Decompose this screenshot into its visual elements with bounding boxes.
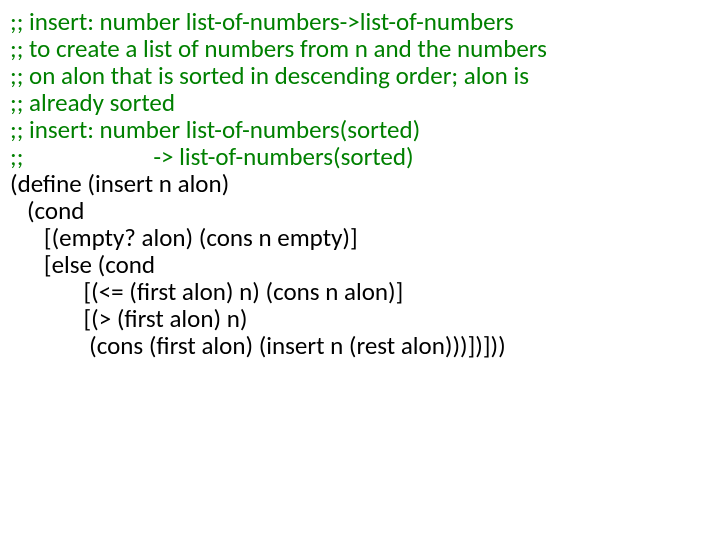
code-line-1: (define (insert n alon)	[10, 170, 710, 197]
comment-line-5: ;; insert: number list-of-numbers(sorted…	[10, 116, 710, 143]
code-slide: ;; insert: number list-of-numbers->list-…	[10, 8, 710, 359]
comment-line-3: ;; on alon that is sorted in descending …	[10, 62, 710, 89]
comment-line-2: ;; to create a list of numbers from n an…	[10, 35, 710, 62]
code-line-3: [(empty? alon) (cons n empty)]	[10, 224, 710, 251]
code-line-4: [else (cond	[10, 251, 710, 278]
comment-line-1: ;; insert: number list-of-numbers->list-…	[10, 8, 710, 35]
code-line-2: (cond	[10, 197, 710, 224]
comment-line-6: ;; -> list-of-numbers(sorted)	[10, 143, 710, 170]
code-line-7: (cons (first alon) (insert n (rest alon)…	[10, 332, 710, 359]
code-line-6: [(> (first alon) n)	[10, 305, 710, 332]
code-line-5: [(<= (first alon) n) (cons n alon)]	[10, 278, 710, 305]
comment-line-4: ;; already sorted	[10, 89, 710, 116]
